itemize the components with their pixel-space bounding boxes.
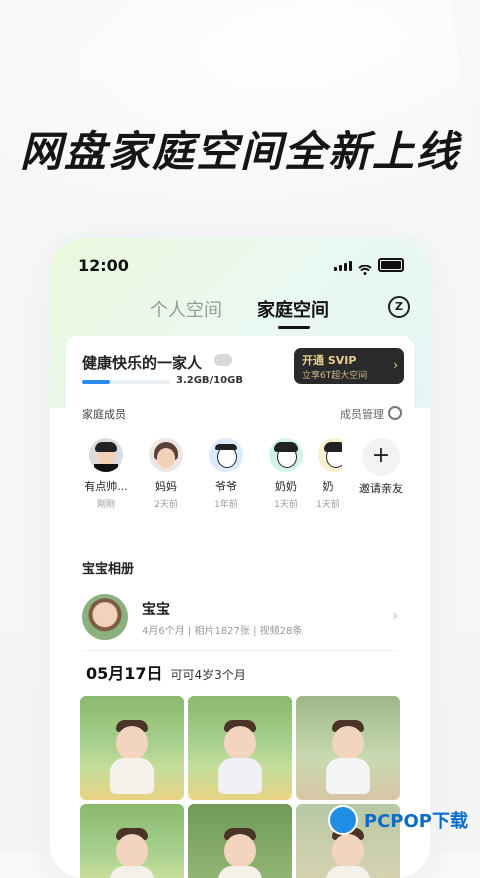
photo-thumbnail[interactable] (296, 696, 400, 800)
member-management-label: 成员管理 (340, 408, 384, 421)
svip-button[interactable]: 开通 SVIP 立享6T超大空间 › (294, 348, 404, 384)
avatar (269, 438, 303, 472)
photo-date: 05月17日 (86, 664, 163, 683)
plus-icon: + (362, 438, 400, 476)
family-info-card: 健康快乐的一家人 3.2GB/10GB 开通 SVIP 立享6T超大空间 › 家… (66, 336, 414, 528)
member-last-active: 1天前 (316, 500, 340, 510)
album-title: 宝宝相册 (82, 562, 135, 577)
invite-family-button[interactable]: + 邀请亲友 (358, 438, 404, 495)
family-name: 健康快乐的一家人 (82, 354, 203, 372)
avatar (318, 438, 342, 472)
cloud-icon (214, 354, 232, 366)
member-last-active: 1年前 (214, 500, 238, 510)
svip-subtitle: 立享6T超大空间 (302, 371, 368, 381)
gear-icon (388, 406, 402, 420)
baby-album-row[interactable]: 宝宝 4月6个月 | 相片1827张 | 视频28条 › (82, 594, 398, 644)
divider (82, 650, 398, 651)
active-tab-indicator (278, 326, 310, 329)
photo-thumbnail[interactable] (188, 804, 292, 878)
member-item[interactable]: 奶 1天前 (314, 438, 342, 510)
baby-meta: 4月6个月 | 相片1827张 | 视频28条 (142, 626, 303, 637)
photo-thumbnail[interactable] (80, 696, 184, 800)
status-bar: 12:00 (78, 256, 404, 276)
pcpop-logo-icon (327, 805, 358, 835)
chevron-right-icon: › (392, 608, 398, 624)
member-name: 有点帅... (84, 480, 128, 493)
member-item[interactable]: 有点帅... 刚刚 (82, 438, 130, 510)
photo-grid (80, 696, 400, 878)
storage-progress-fill (82, 380, 111, 384)
members-title: 家庭成员 (82, 408, 126, 421)
photo-thumbnail[interactable] (188, 696, 292, 800)
baby-name: 宝宝 (142, 602, 170, 618)
status-time: 12:00 (78, 256, 129, 275)
member-management-button[interactable]: 成员管理 (340, 406, 402, 422)
watermark: PCPOP下载 (327, 805, 468, 835)
member-last-active: 1天前 (274, 500, 298, 510)
storage-progress-bar (82, 380, 170, 384)
member-name: 奶奶 (275, 480, 297, 493)
headline: 网盘家庭空间全新上线 (19, 127, 460, 176)
member-last-active: 2天前 (154, 500, 178, 510)
members-list: 有点帅... 刚刚 妈妈 2天前 爷爷 1年前 奶奶 1天前 奶 1天前 + 邀… (82, 438, 412, 524)
member-item[interactable]: 奶奶 1天前 (262, 438, 310, 510)
member-item[interactable]: 爷爷 1年前 (202, 438, 250, 510)
watermark-text: PCPOP下载 (363, 811, 468, 832)
avatar (82, 594, 128, 640)
baby-age: 可可4岁3个月 (170, 668, 246, 682)
tab-personal-space[interactable]: 个人空间 (150, 296, 222, 322)
svip-title: 开通 SVIP (302, 354, 357, 367)
tab-family-space[interactable]: 家庭空间 (257, 296, 329, 322)
avatar (149, 438, 183, 472)
member-name: 奶 (322, 480, 334, 493)
avatar (209, 438, 243, 472)
signal-icon (334, 259, 352, 271)
avatar (89, 438, 123, 472)
wifi-icon (358, 260, 372, 275)
space-tabs: 个人空间 家庭空间 (50, 296, 430, 332)
member-last-active: 刚刚 (96, 500, 115, 510)
storage-text: 3.2GB/10GB (176, 375, 243, 386)
member-name: 妈妈 (155, 480, 177, 493)
date-row: 05月17日 可可4岁3个月 (86, 660, 246, 684)
member-name: 爷爷 (215, 480, 237, 493)
battery-icon (378, 258, 404, 272)
member-item[interactable]: 妈妈 2天前 (142, 438, 190, 510)
photo-thumbnail[interactable] (80, 804, 184, 878)
invite-label: 邀请亲友 (359, 482, 403, 495)
phone-mockup: 12:00 个人空间 家庭空间 Z 健康快乐的一家人 3.2GB/10GB 开通… (50, 238, 430, 878)
chevron-right-icon: › (393, 358, 398, 372)
status-icons (334, 258, 404, 275)
switch-icon[interactable]: Z (388, 296, 410, 318)
